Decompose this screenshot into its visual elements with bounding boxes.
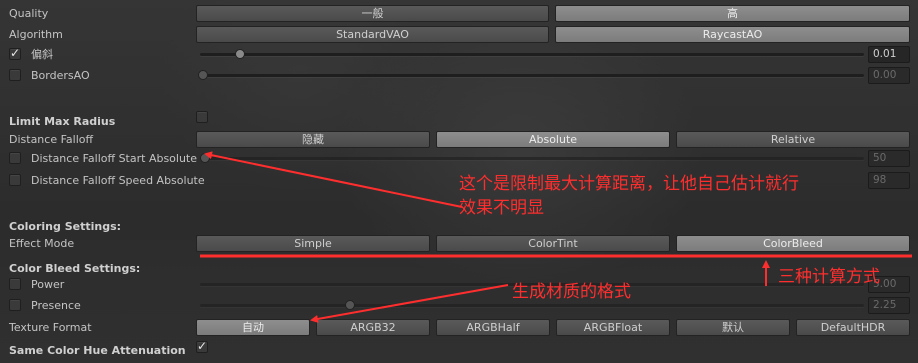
format-note-arrow — [310, 284, 509, 323]
format-note: 生成材质的格式 — [512, 282, 631, 302]
radius-note-line2: 效果不明显 — [459, 198, 544, 218]
radius-note-line1: 这个是限制最大计算距离，让他自己估计就行 — [459, 174, 799, 194]
modes-note: 三种计算方式 — [778, 267, 880, 287]
radius-note-arrow — [204, 151, 463, 208]
